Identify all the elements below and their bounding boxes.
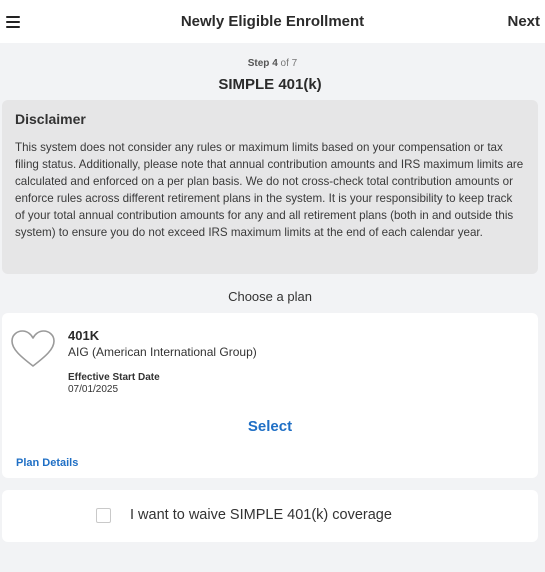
step-separator: of [280, 58, 289, 69]
disclaimer-text: This system does not consider any rules … [15, 141, 524, 239]
waive-coverage-checkbox[interactable] [96, 508, 111, 523]
disclaimer-title: Disclaimer [15, 111, 86, 127]
waive-coverage-card: I want to waive SIMPLE 401(k) coverage [2, 490, 538, 542]
step-indicator: Step 4 of 7 [0, 58, 545, 69]
effective-date-value: 07/01/2025 [68, 384, 119, 395]
effective-date-label: Effective Start Date [68, 372, 160, 383]
heart-icon[interactable] [10, 329, 56, 369]
choose-plan-label: Choose a plan [228, 289, 312, 304]
page-title: Newly Eligible Enrollment [180, 13, 365, 30]
plan-details-link[interactable]: Plan Details [16, 457, 78, 469]
plan-provider: AIG (American International Group) [68, 345, 257, 359]
plan-card: 401K AIG (American International Group) … [2, 313, 538, 478]
select-plan-button[interactable]: Select [2, 418, 538, 435]
plan-name: 401K [68, 328, 100, 343]
step-current: 4 [272, 58, 278, 69]
step-label: Step 4 [247, 58, 278, 69]
step-total: 7 [291, 58, 298, 69]
disclaimer-panel: Disclaimer This system does not consider… [2, 100, 538, 274]
plan-type-title: SIMPLE 401(k) [218, 76, 322, 93]
app-header: Newly Eligible Enrollment Next [0, 0, 545, 43]
hamburger-menu-icon[interactable] [6, 15, 20, 28]
waive-coverage-label[interactable]: I want to waive SIMPLE 401(k) coverage [130, 507, 392, 523]
next-button[interactable]: Next [507, 13, 540, 30]
